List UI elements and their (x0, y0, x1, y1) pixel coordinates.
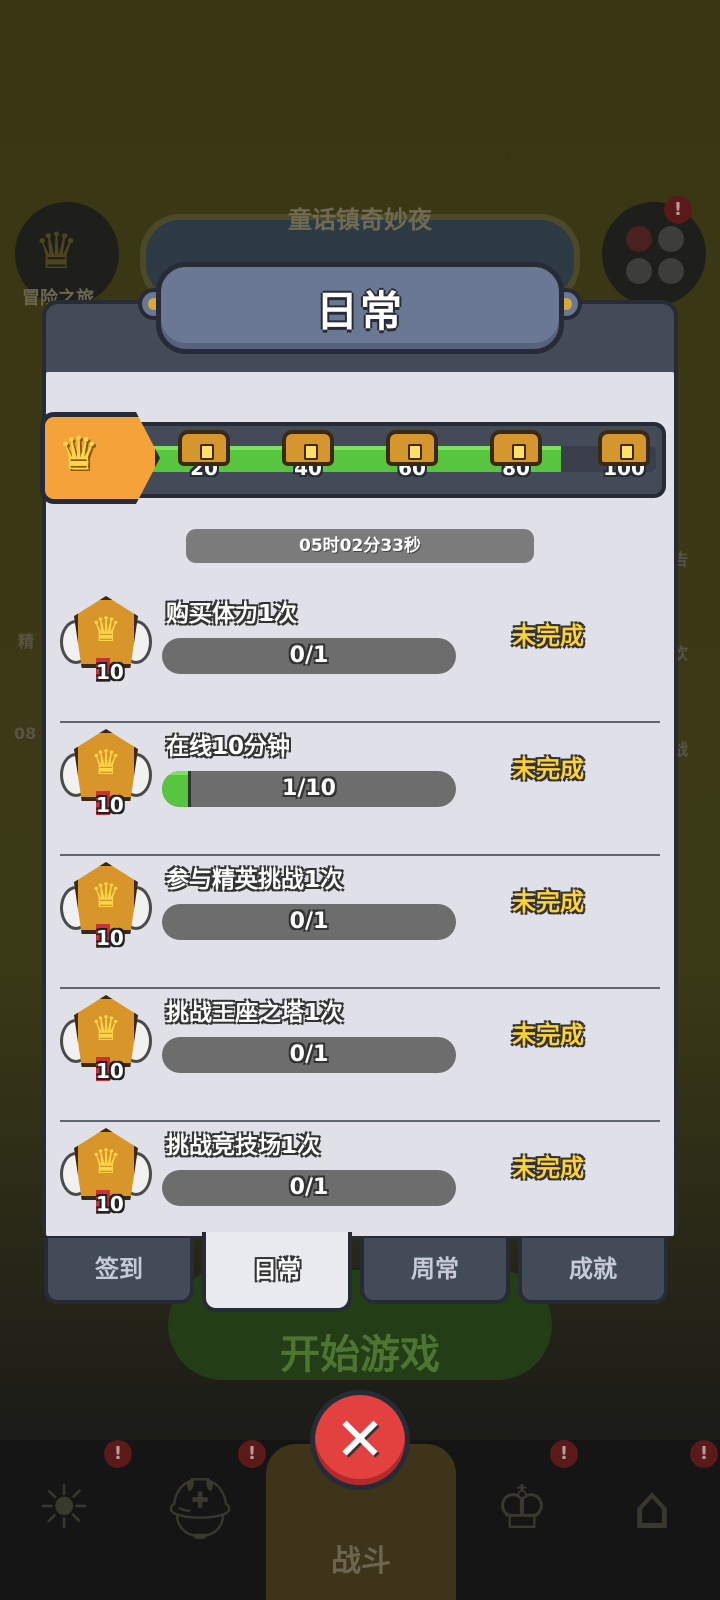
task-progress-bar: 0/1 (162, 1037, 456, 1073)
task-progress-bar: 0/1 (162, 638, 456, 674)
tab-achievements[interactable]: 成就 (518, 1238, 668, 1304)
chest-icon (490, 430, 542, 466)
close-x-icon: ✕ (334, 1405, 386, 1475)
reward-value: 10 (96, 926, 124, 950)
task-row: ♛ 10 在线10分钟 1/10 未完成 (60, 723, 660, 856)
reward-medal-icon: ♛ 10 (60, 1128, 152, 1220)
task-progress-bar: 0/1 (162, 1170, 456, 1206)
alert-badge-icon: ! (104, 1440, 132, 1468)
reward-value: 10 (96, 793, 124, 817)
task-status: 未完成 (512, 888, 584, 916)
task-progress-text: 0/1 (289, 1175, 329, 1200)
task-row: ♛ 10 参与精英挑战1次 0/1 未完成 (60, 856, 660, 989)
task-title: 在线10分钟 (166, 734, 291, 760)
crown-medal-icon: ♛ (58, 426, 100, 480)
tab-daily[interactable]: 日常 (202, 1232, 352, 1312)
task-status: 未完成 (512, 1021, 584, 1049)
chest-icon (178, 430, 230, 466)
reward-value: 10 (96, 1059, 124, 1083)
side-label: 精 (18, 632, 35, 651)
nav-battle-label: 战斗 (331, 1544, 391, 1579)
milestone-chest[interactable]: 100 (594, 430, 654, 480)
task-title: 购买体力1次 (166, 601, 298, 627)
reward-medal-icon: ♛ 10 (60, 729, 152, 821)
reset-timer: 05时02分33秒 (186, 529, 534, 563)
chest-icon (598, 430, 650, 466)
reward-medal-icon: ♛ 10 (60, 596, 152, 688)
reward-value: 10 (96, 660, 124, 684)
alert-badge-icon: ! (664, 196, 692, 224)
task-row: ♛ 10 购买体力1次 0/1 未完成 (60, 590, 660, 723)
milestone-chest[interactable]: 60 (382, 430, 442, 480)
reward-value: 10 (96, 1192, 124, 1216)
task-title: 挑战王座之塔1次 (166, 1000, 344, 1026)
reward-medal-icon: ♛ 10 (60, 995, 152, 1087)
start-game-label: 开始游戏 (280, 1332, 440, 1378)
task-progress-bar: 1/10 (162, 771, 456, 807)
dialog-tabs: 签到 日常 周常 成就 (44, 1232, 676, 1312)
task-progress-bar: 0/1 (162, 904, 456, 940)
task-progress-text: 0/1 (289, 909, 329, 934)
task-status: 未完成 (512, 755, 584, 783)
task-status: 未完成 (512, 1154, 584, 1182)
sun-icon: ☀ (37, 1473, 91, 1543)
milestone-chest[interactable]: 80 (486, 430, 546, 480)
task-progress-text: 0/1 (289, 643, 329, 668)
alert-badge-icon: ! (690, 1440, 718, 1468)
tab-weekly[interactable]: 周常 (360, 1238, 510, 1304)
task-title: 挑战竞技场1次 (166, 1133, 321, 1159)
task-status: 未完成 (512, 622, 584, 650)
alert-badge-icon: ! (238, 1440, 266, 1468)
title-banner: 日常 (156, 262, 564, 354)
task-title: 参与精英挑战1次 (166, 867, 344, 893)
chest-icon (386, 430, 438, 466)
reward-medal-icon: ♛ 10 (60, 862, 152, 954)
helmet-icon: ⛑ (161, 1473, 239, 1544)
task-progress-text: 0/1 (289, 1042, 329, 1067)
trophy-icon: ♛ (34, 222, 79, 280)
milestone-chest[interactable]: 20 (174, 430, 234, 480)
task-row: ♛ 10 挑战竞技场1次 0/1 未完成 (60, 1122, 660, 1255)
dialog-title: 日常 (315, 286, 404, 336)
task-progress-text: 1/10 (282, 776, 336, 801)
menu-dots-icon (626, 226, 684, 284)
shop-icon: ⌂ (632, 1473, 672, 1543)
side-label: 08 (14, 724, 37, 743)
close-button[interactable]: ✕ (310, 1390, 410, 1490)
milestone-chest[interactable]: 40 (278, 430, 338, 480)
chest-icon (282, 430, 334, 466)
alert-badge-icon: ! (550, 1440, 578, 1468)
task-row: ♛ 10 挑战王座之塔1次 0/1 未完成 (60, 989, 660, 1122)
tab-sign-in[interactable]: 签到 (44, 1238, 194, 1304)
